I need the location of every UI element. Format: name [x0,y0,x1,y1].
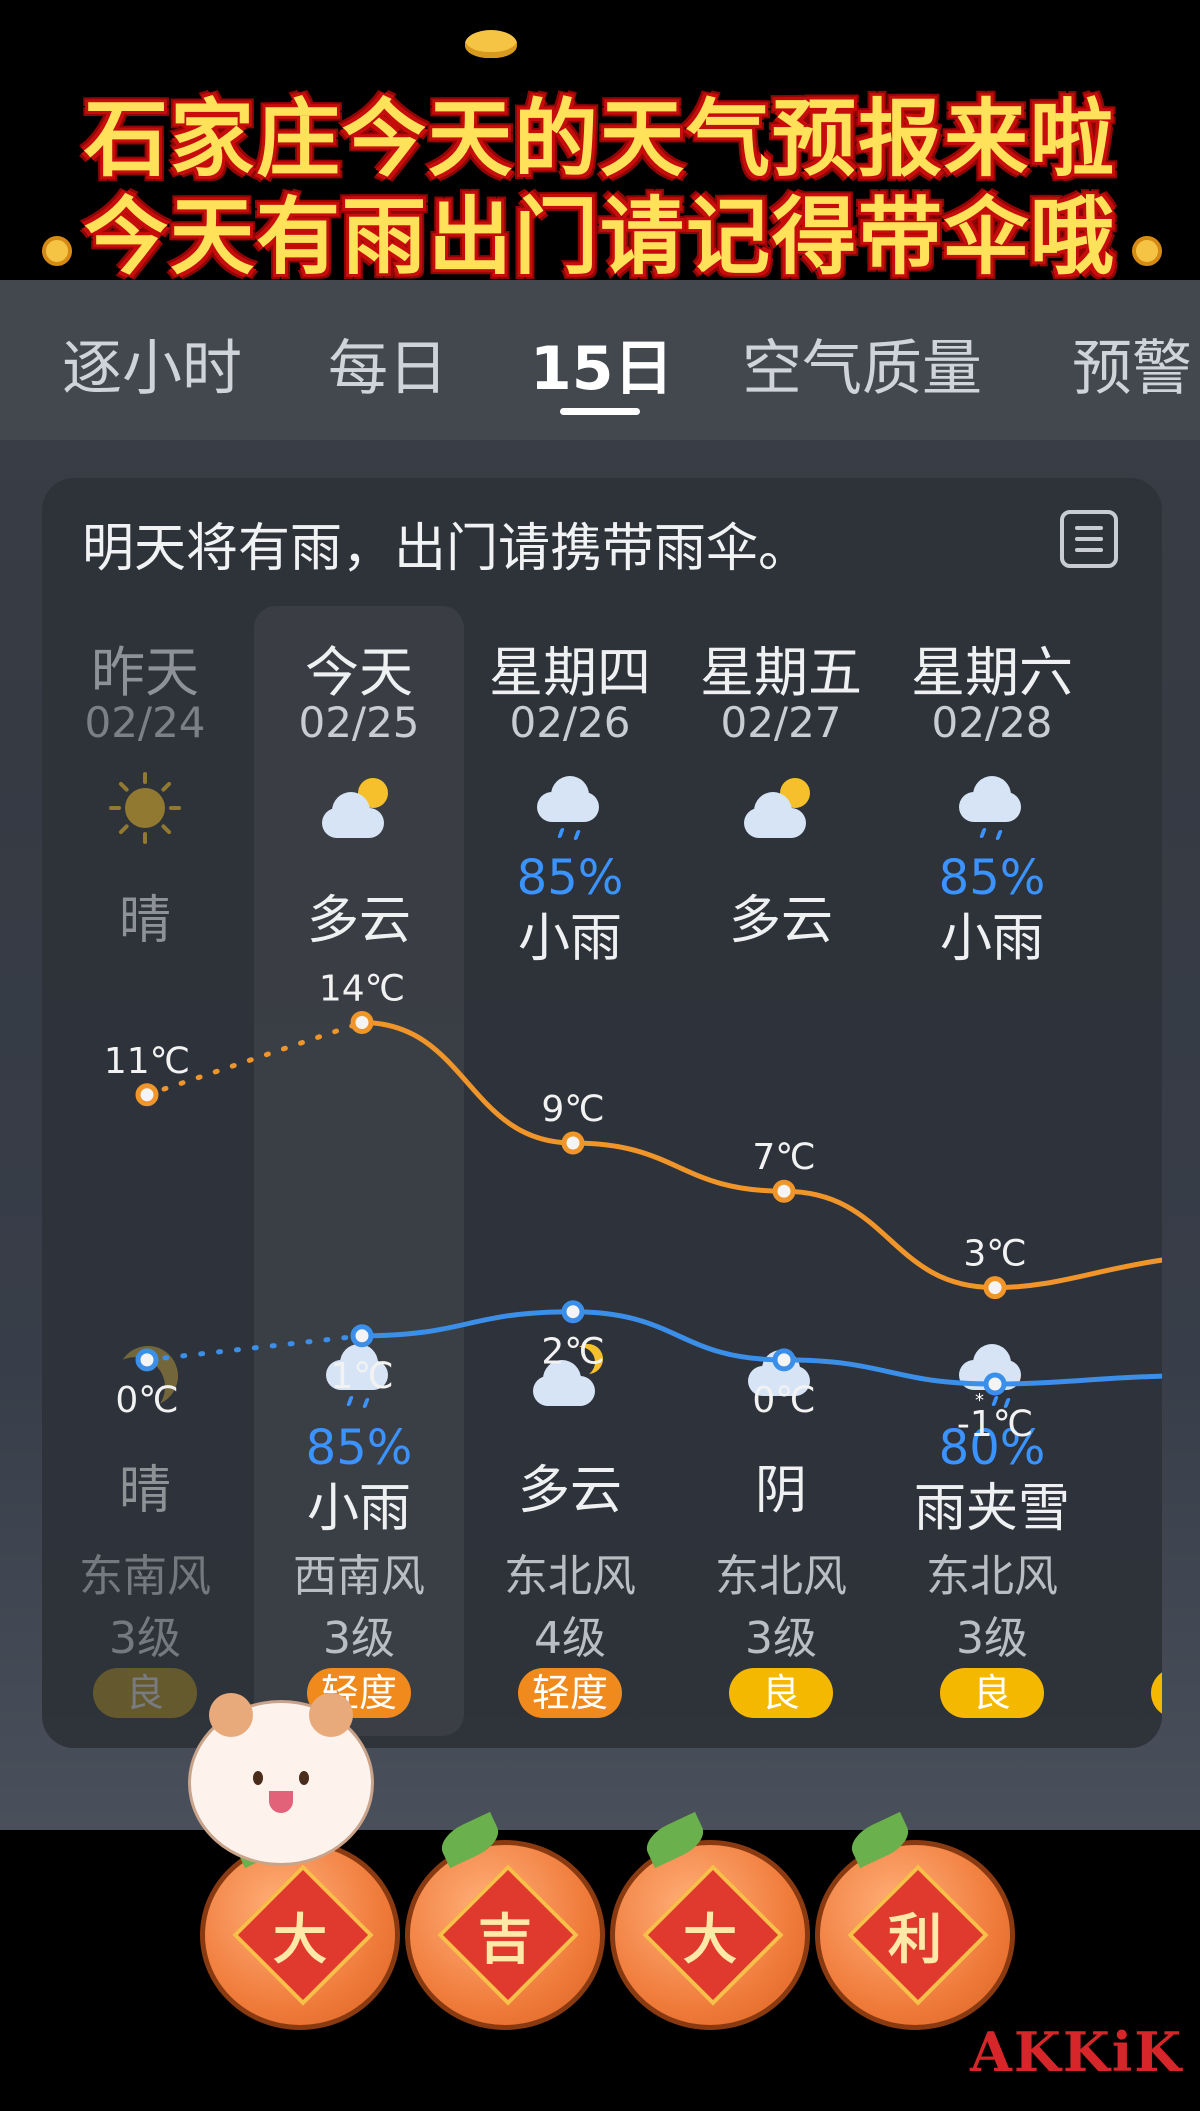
high-temp-label: 7℃ [752,1137,815,1178]
low-temp-label: 0℃ [752,1380,815,1421]
low-temp-point [561,1300,585,1324]
tab-15-day[interactable]: 15日 [530,320,674,407]
low-temp-label: 2℃ [541,1332,604,1373]
gold-bead-icon [1132,236,1162,266]
temperature-chart: 11℃ 14℃ 9℃ 7℃ 3℃ 0℃ 1℃ 2℃ 0℃ -1℃ [104,969,1162,1445]
gold-ingot-icon [465,30,517,58]
orange-sticker: 吉 [405,1811,605,2030]
orange-sticker: 大 [200,1811,400,2030]
forecast-card: 明天将有雨，出门请携带雨伞。 昨天 02/24 晴 晴 东南风 3级 良 今天 … [42,478,1162,1748]
tab-alerts[interactable]: 预警 [1072,320,1192,407]
high-temp-point [350,1011,374,1034]
high-temp-point [772,1179,796,1203]
high-temp-label: 14℃ [319,969,405,1010]
low-temp-label: 0℃ [115,1380,178,1421]
tab-bar: 逐小时 每日 15日 空气质量 预警 [0,280,1200,440]
low-temp-label: 1℃ [330,1356,393,1397]
low-temp-point [772,1348,796,1372]
low-temp-label: -1℃ [957,1404,1033,1445]
tab-daily[interactable]: 每日 [328,320,448,407]
gold-bead-icon [42,236,72,266]
banner: 石家庄今天的天气预报来啦 今天有雨出门请记得带伞哦 [0,0,1200,286]
low-temp-point [135,1348,159,1372]
high-temp-point [561,1131,585,1155]
high-temp-label: 3℃ [963,1234,1026,1275]
weather-app: 逐小时 每日 15日 空气质量 预警 明天将有雨，出门请携带雨伞。 昨天 02/… [0,280,1200,1830]
hamster-sticker [188,1693,374,1866]
high-temp-label: 11℃ [104,1041,190,1082]
orange-sticker: 大 [610,1811,810,2030]
high-temp-point [135,1083,159,1107]
low-temp-point [983,1372,1007,1396]
low-temp-point [350,1324,374,1348]
banner-line-2: 今天有雨出门请记得带伞哦 [83,187,1116,286]
tab-air-quality[interactable]: 空气质量 [742,320,982,407]
active-tab-indicator [560,408,640,415]
temp-line [361,1309,1162,1387]
high-temp-label: 9℃ [541,1089,604,1130]
orange-sticker: 利 [815,1811,1015,2030]
tab-hourly[interactable]: 逐小时 [62,320,242,407]
watermark: AKKiK [970,2020,1184,2084]
high-temp-point [983,1276,1007,1300]
